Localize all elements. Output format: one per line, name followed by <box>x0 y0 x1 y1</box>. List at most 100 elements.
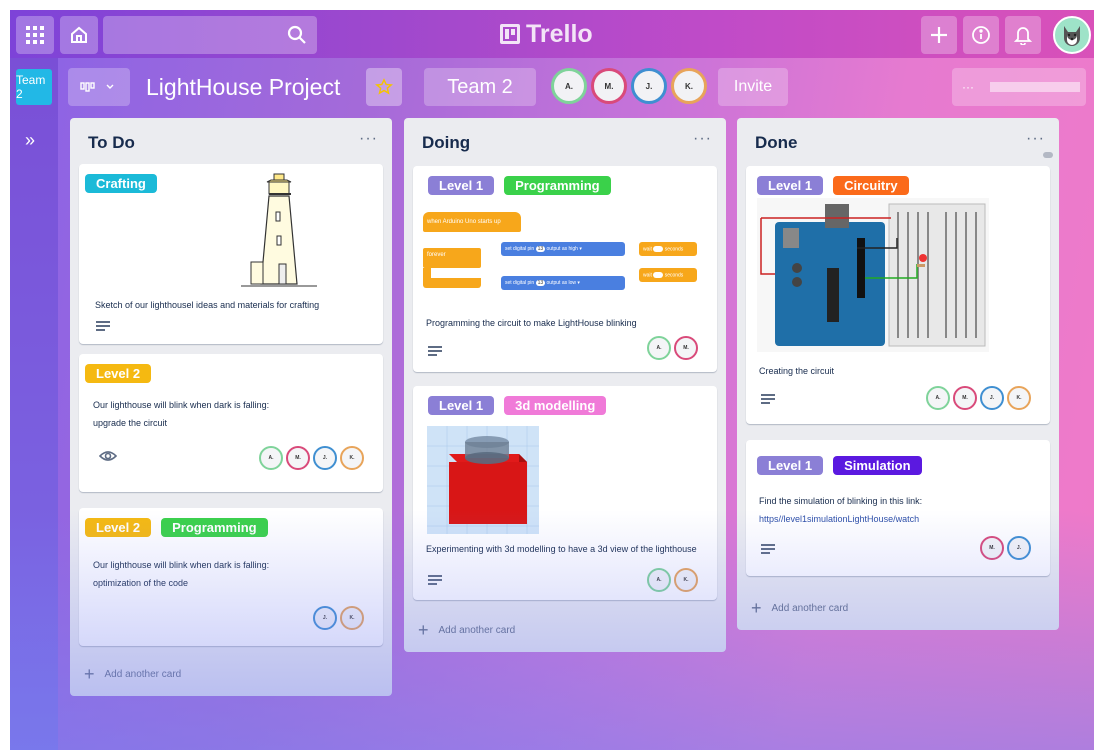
card-members: M. J. <box>980 536 1031 560</box>
description-icon <box>761 544 775 555</box>
scrollbar-thumb[interactable] <box>1043 152 1053 158</box>
card-optimization[interactable]: Level 2 Programming Our lighthouse will … <box>79 508 383 646</box>
list-todo: To Do ··· Crafting Sketch of our lightho… <box>70 118 392 696</box>
menu-text-placeholder <box>990 82 1080 92</box>
member-avatar[interactable]: J. <box>1007 536 1031 560</box>
card-text-line: upgrade the circuit <box>93 418 168 428</box>
user-avatar[interactable] <box>1053 16 1091 54</box>
member-avatar[interactable]: J. <box>313 446 337 470</box>
label-3d-modelling[interactable]: 3d modelling <box>504 396 607 415</box>
forever-block-end <box>423 278 481 288</box>
label-crafting[interactable]: Crafting <box>85 174 157 193</box>
member-avatar[interactable]: K. <box>1007 386 1031 410</box>
member-avatar[interactable]: K. <box>671 68 707 104</box>
card-labels: Level 2 <box>85 364 152 383</box>
card-labels: Level 1 Simulation <box>757 456 922 475</box>
3d-model-image <box>427 426 539 534</box>
member-avatar[interactable]: A. <box>259 446 283 470</box>
list-menu-button[interactable]: ··· <box>693 130 712 148</box>
create-button[interactable] <box>921 16 957 54</box>
grid-icon <box>26 26 44 44</box>
label-level-1[interactable]: Level 1 <box>428 396 495 415</box>
card-crafting[interactable]: Crafting Sketch of our lighthousel ideas… <box>79 164 383 344</box>
member-avatar[interactable]: M. <box>674 336 698 360</box>
start-block: when Arduino Uno starts up <box>423 212 521 232</box>
set-pin-high-block: set digital pin 13 output as high ▾ <box>501 242 625 256</box>
invite-button[interactable]: Invite <box>718 68 788 106</box>
apps-button[interactable] <box>16 16 54 54</box>
member-avatar[interactable]: K. <box>340 446 364 470</box>
expand-sidebar-button[interactable]: » <box>25 130 35 151</box>
search-input[interactable] <box>103 16 317 54</box>
member-avatar[interactable]: M. <box>591 68 627 104</box>
simulation-link[interactable]: https//level1simulationLightHouse/watch <box>759 510 919 528</box>
add-card-button[interactable]: + Add another card <box>418 620 515 641</box>
label-circuitry[interactable]: Circuitry <box>833 176 909 195</box>
card-circuitry[interactable]: Level 1 Circuitry Creating the circuit A… <box>746 166 1050 424</box>
notifications-button[interactable] <box>1005 16 1041 54</box>
list-title[interactable]: To Do <box>88 133 135 153</box>
board-view-icon <box>80 82 114 92</box>
card-programming-circuit[interactable]: Level 1 Programming when Arduino Uno sta… <box>413 166 717 372</box>
card-labels: Level 2 Programming <box>85 518 268 537</box>
block-value: low ▾ <box>568 280 580 286</box>
plus-icon: + <box>418 620 429 640</box>
trello-logo[interactable]: Trello <box>500 19 593 49</box>
member-avatar[interactable]: M. <box>980 536 1004 560</box>
member-avatar[interactable]: K. <box>674 568 698 592</box>
team-button[interactable]: Team 2 <box>424 68 536 106</box>
board-view-switcher[interactable] <box>68 68 130 106</box>
add-card-button[interactable]: + Add another card <box>751 598 848 619</box>
label-level-2[interactable]: Level 2 <box>85 518 152 537</box>
card-description: Our lighthouse will blink when dark is f… <box>93 396 269 432</box>
label-level-1[interactable]: Level 1 <box>757 456 824 475</box>
circuit-image <box>757 198 989 352</box>
block-text: wait <box>643 246 652 253</box>
logo-text: Trello <box>526 19 593 48</box>
forever-block: forever <box>423 248 481 268</box>
show-menu-button[interactable]: ··· <box>952 68 1086 106</box>
wait-block: wait seconds <box>639 268 697 282</box>
star-board-button[interactable] <box>366 68 402 106</box>
card-upgrade-circuit[interactable]: Level 2 Our lighthouse will blink when d… <box>79 354 383 492</box>
label-level-1[interactable]: Level 1 <box>428 176 495 195</box>
info-button[interactable] <box>963 16 999 54</box>
member-avatar[interactable]: M. <box>953 386 977 410</box>
home-button[interactable] <box>60 16 98 54</box>
card-members: A. M. <box>647 336 698 360</box>
member-avatar[interactable]: A. <box>647 336 671 360</box>
list-menu-button[interactable]: ··· <box>359 130 378 148</box>
member-avatar[interactable]: A. <box>647 568 671 592</box>
label-level-2[interactable]: Level 2 <box>85 364 152 383</box>
member-avatar[interactable]: M. <box>286 446 310 470</box>
label-programming[interactable]: Programming <box>504 176 611 195</box>
list-menu-button[interactable]: ··· <box>1026 130 1045 148</box>
board-title[interactable]: LightHouse Project <box>146 74 340 101</box>
member-avatar[interactable]: A. <box>551 68 587 104</box>
member-avatar[interactable]: A. <box>926 386 950 410</box>
team-badge[interactable]: Team 2 <box>16 69 52 105</box>
member-avatar[interactable]: J. <box>631 68 667 104</box>
set-pin-low-block: set digital pin 13 output as low ▾ <box>501 276 625 290</box>
member-avatar[interactable]: J. <box>313 606 337 630</box>
plus-icon: + <box>751 598 762 618</box>
member-avatar[interactable]: K. <box>340 606 364 630</box>
info-icon <box>972 26 990 44</box>
block-text: set digital pin <box>505 246 535 252</box>
eye-icon[interactable] <box>99 449 117 463</box>
card-simulation[interactable]: Level 1 Simulation Find the simulation o… <box>746 440 1050 576</box>
label-programming[interactable]: Programming <box>161 518 268 537</box>
plus-icon: + <box>84 664 95 684</box>
search-icon <box>287 25 306 44</box>
list-title[interactable]: Doing <box>422 133 470 153</box>
member-avatar[interactable]: J. <box>980 386 1004 410</box>
board-header: LightHouse Project Team 2 A. M. J. K. In… <box>58 58 1094 120</box>
card-description: Creating the circuit <box>759 366 835 376</box>
label-level-1[interactable]: Level 1 <box>757 176 824 195</box>
wait-value <box>653 246 664 252</box>
label-simulation[interactable]: Simulation <box>833 456 922 475</box>
husky-avatar-icon <box>1064 26 1080 46</box>
add-card-button[interactable]: + Add another card <box>84 664 181 685</box>
card-3d-modelling[interactable]: Level 1 3d modelling Experimenting with … <box>413 386 717 600</box>
list-title[interactable]: Done <box>755 133 798 153</box>
